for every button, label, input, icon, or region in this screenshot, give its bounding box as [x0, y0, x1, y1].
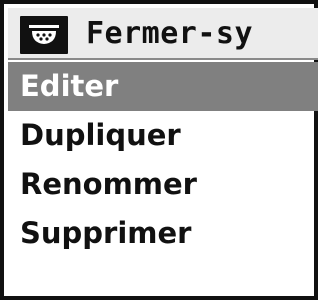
context-menu: Editer Dupliquer Renommer Supprimer [8, 62, 318, 258]
menu-item-supprimer[interactable]: Supprimer [8, 209, 318, 258]
menu-item-dupliquer[interactable]: Dupliquer [8, 111, 318, 160]
menu-item-editer[interactable]: Editer [8, 62, 318, 111]
menu-item-renommer[interactable]: Renommer [8, 160, 318, 209]
window-title: Fermer-sy [86, 16, 254, 51]
settings-icon[interactable] [20, 16, 68, 54]
menu-window: Fermer-sy Editer Dupliquer Renommer Supp… [0, 0, 318, 300]
title-bar: Fermer-sy [8, 8, 318, 60]
